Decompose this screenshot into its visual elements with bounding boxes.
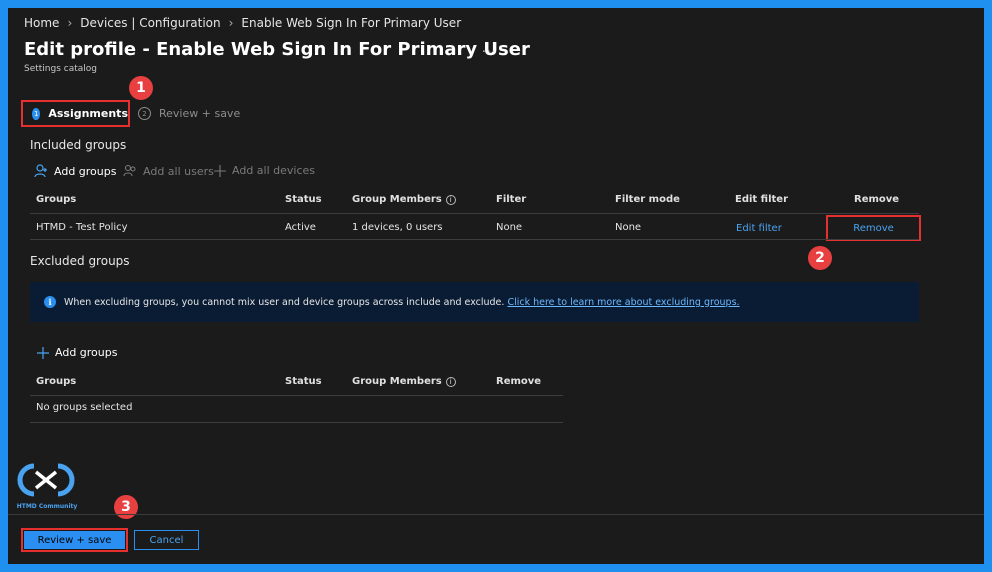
step-number-icon: 2 [138,107,151,120]
users-icon [123,164,137,178]
plus-icon [37,346,49,359]
add-groups-label: Add groups [54,164,117,178]
row-filter: None [496,222,523,233]
table-divider [30,239,919,240]
tab-assignments-label: Assignments [48,107,128,120]
logo-icon [17,463,75,497]
more-options-button[interactable]: ... [482,41,496,55]
info-icon[interactable]: i [445,376,456,387]
included-groups-title: Included groups [30,138,127,152]
callout-marker-1: 1 [129,76,153,100]
info-banner-text: When excluding groups, you cannot mix us… [64,296,505,308]
table-divider [30,213,919,214]
breadcrumb: Home › Devices | Configuration › Enable … [24,16,461,30]
review-save-highlight: Review + save [21,528,128,552]
review-save-button[interactable]: Review + save [24,531,125,549]
add-excluded-groups-label: Add groups [55,346,118,359]
htmd-community-logo: HTMD Community [16,462,78,510]
excluded-column-header-remove: Remove [496,376,542,387]
excluded-groups-title: Excluded groups [30,254,130,268]
row-group-members: 1 devices, 0 users [352,222,443,233]
column-header-filter: Filter [496,194,527,205]
row-filter-mode: None [615,222,642,233]
footer-divider [8,514,984,515]
step-number-icon: 1 [32,107,41,120]
add-person-icon [34,164,48,178]
add-all-devices-label: Add all devices [232,164,316,177]
add-groups-button[interactable]: Add groups [34,164,116,178]
page-title: Edit profile - Enable Web Sign In For Pr… [24,39,530,60]
row-status: Active [285,222,316,233]
table-divider [30,422,563,423]
column-header-group-members-label: Group Members [352,194,442,205]
column-header-group-members: Group Members i [352,194,456,205]
remove-link[interactable]: Remove [853,223,894,234]
column-header-filter-mode: Filter mode [615,194,680,205]
add-all-users-label: Add all users [143,164,214,178]
callout-marker-2: 2 [808,246,832,270]
info-icon[interactable]: i [445,194,456,205]
column-header-groups: Groups [36,194,77,205]
column-header-edit-filter: Edit filter [735,194,789,205]
learn-more-link[interactable]: Click here to learn more about excluding… [507,297,739,308]
page-subtitle: Settings catalog [24,64,98,74]
tab-review-save-label: Review + save [159,107,241,120]
excluded-column-header-status: Status [285,376,322,387]
add-excluded-groups-button[interactable]: Add groups [37,346,117,359]
plus-icon [214,164,226,177]
breadcrumb-separator: › [228,16,234,30]
logo-text: HTMD Community [16,503,78,510]
tab-review-save[interactable]: 2 Review + save [138,107,240,120]
add-all-devices-button[interactable]: Add all devices [214,164,315,177]
excluded-column-header-group-members-label: Group Members [352,376,442,387]
excluded-column-header-group-members: Group Members i [352,376,456,387]
column-header-remove: Remove [854,194,900,205]
table-divider [30,395,563,396]
edit-filter-link[interactable]: Edit filter [736,223,782,234]
breadcrumb-devices-configuration[interactable]: Devices | Configuration [80,16,220,30]
callout-marker-3: 3 [114,495,138,519]
column-header-status: Status [285,194,322,205]
empty-state-text: No groups selected [36,402,133,413]
add-all-users-button[interactable]: Add all users [123,164,214,178]
breadcrumb-current[interactable]: Enable Web Sign In For Primary User [241,16,461,30]
excluded-column-header-groups: Groups [36,376,77,387]
tab-assignments[interactable]: 1 Assignments [21,100,130,127]
breadcrumb-home[interactable]: Home [24,16,59,30]
portal-window: Home › Devices | Configuration › Enable … [8,8,984,564]
row-group-name: HTMD - Test Policy [36,222,128,233]
info-banner: i When excluding groups, you cannot mix … [30,282,919,322]
breadcrumb-separator: › [67,16,73,30]
remove-highlight: Remove [826,215,921,241]
info-icon: i [44,296,56,308]
cancel-button[interactable]: Cancel [134,530,199,550]
